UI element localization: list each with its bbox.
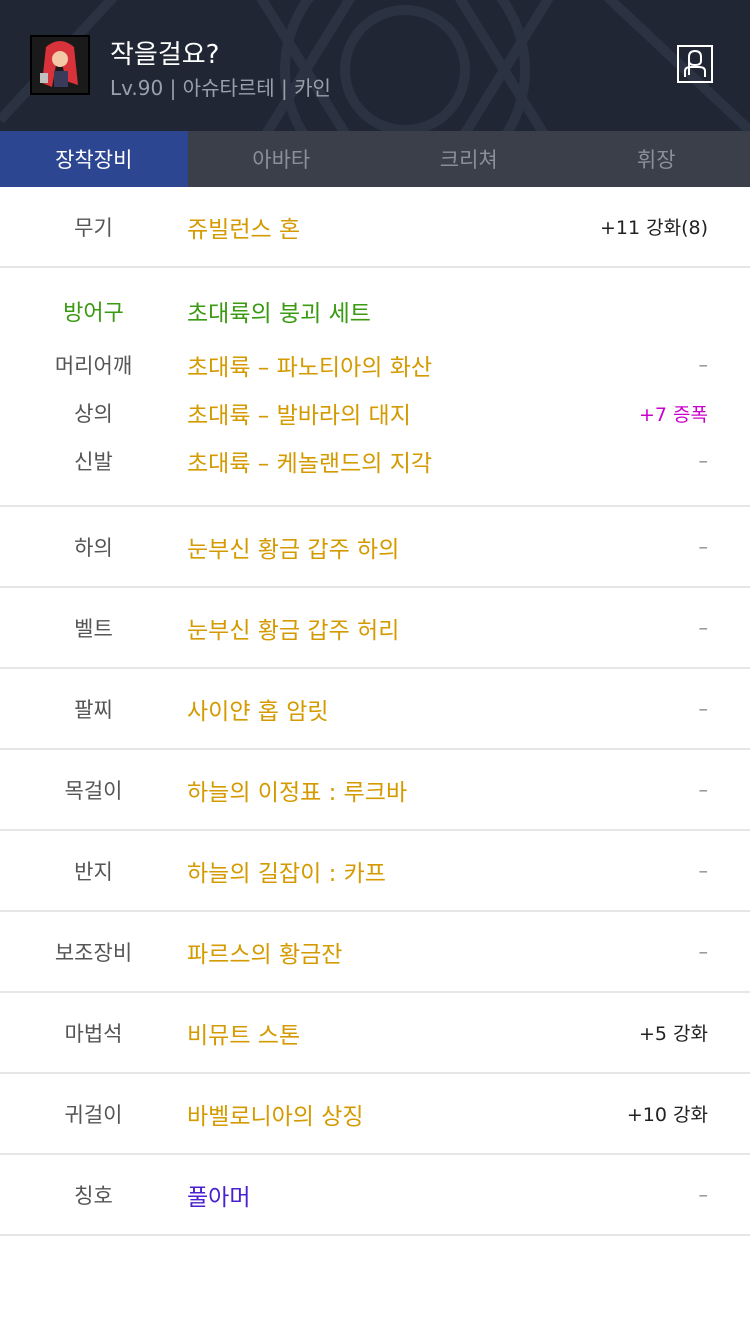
item-enhancement: – [698,697,709,720]
tab-avatar[interactable]: 아바타 [188,131,376,187]
item-name: 풀아머 [187,1184,251,1211]
armor-part-row[interactable]: 상의 초대륙 – 발바라의 대지 +7 증폭 [0,398,750,429]
item-enhancement: – [698,778,709,801]
equipment-row-ring[interactable]: 반지 하늘의 길잡이 : 카프 – [0,831,750,912]
item-enhancement: +10 강화 [626,1104,708,1126]
armor-set-block: 방어구 초대륙의 붕괴 세트 머리어깨 초대륙 – 파노티아의 화산 – 상의 … [0,268,750,507]
tab-emblem[interactable]: 휘장 [563,131,750,187]
equipment-row-bracelet[interactable]: 팔찌 사이얀 홉 암릿 – [0,669,750,750]
item-enhancement: – [698,354,709,376]
user-icon [684,49,706,77]
item-name: 눈부신 황금 갑주 하의 [187,536,400,563]
item-enhancement: +5 강화 [638,1023,708,1045]
item-name: 사이얀 홉 암릿 [187,698,329,725]
armor-label: 방어구 [63,301,124,326]
slot-label: 상의 [74,402,113,426]
slot-label: 하의 [74,535,113,560]
character-info: Lv.90 | 아슈타르테 | 카인 [110,76,331,100]
tab-creature[interactable]: 크리쳐 [375,131,563,187]
armor-part-row[interactable]: 신발 초대륙 – 케놀랜드의 지각 – [0,446,750,477]
item-enhancement: – [698,450,709,472]
item-name: 초대륙 – 케놀랜드의 지각 [187,451,433,477]
equipment-tabs: 장착장비 아바타 크리쳐 휘장 [0,131,750,187]
slot-label: 귀걸이 [64,1102,123,1127]
item-name: 하늘의 이정표 : 루크바 [187,779,408,806]
item-amplify: +7 증폭 [638,403,708,426]
armor-set-header: 방어구 초대륙의 붕괴 세트 [0,296,750,327]
equipment-row-belt[interactable]: 벨트 눈부신 황금 갑주 허리 – [0,588,750,669]
slot-label: 목걸이 [64,778,123,803]
item-enhancement: – [698,940,709,963]
item-name: 파르스의 황금잔 [187,941,343,968]
item-name: 눈부신 황금 갑주 허리 [187,617,400,644]
tab-equipment[interactable]: 장착장비 [0,131,188,187]
equipment-row-earring[interactable]: 귀걸이 바벨로니아의 상징 +10 강화 [0,1074,750,1155]
slot-label: 무기 [74,215,113,240]
character-name: 작을걸요? [110,40,220,70]
slot-label: 신발 [74,450,113,474]
equipment-row-title[interactable]: 칭호 풀아머 – [0,1155,750,1236]
character-portrait [32,37,88,93]
armor-part-row[interactable]: 머리어깨 초대륙 – 파노티아의 화산 – [0,350,750,381]
slot-label: 마법석 [64,1021,123,1046]
weapon-row[interactable]: 무기 쥬빌런스 혼 +11 강화(8) [0,187,750,268]
character-header: 작을걸요? Lv.90 | 아슈타르테 | 카인 [0,0,750,131]
item-enhancement: – [698,616,709,639]
item-name: 초대륙 – 파노티아의 화산 [187,355,433,381]
item-enhancement: +11 강화(8) [599,217,708,239]
slot-label: 보조장비 [54,940,133,965]
equipment-row-pants[interactable]: 하의 눈부신 황금 갑주 하의 – [0,507,750,588]
slot-label: 반지 [74,859,113,884]
item-enhancement: – [698,1183,709,1206]
set-name: 초대륙의 붕괴 세트 [187,301,371,327]
equipment-row-support[interactable]: 보조장비 파르스의 황금잔 – [0,912,750,993]
profile-button[interactable] [677,45,713,83]
item-enhancement: – [698,535,709,558]
slot-label: 머리어깨 [54,354,133,378]
equipment-row-magic-stone[interactable]: 마법석 비뮤트 스톤 +5 강화 [0,993,750,1074]
character-avatar [30,35,90,95]
slot-label: 팔찌 [74,697,113,722]
item-enhancement: – [698,859,709,882]
slot-label: 벨트 [74,616,113,641]
item-name: 하늘의 길잡이 : 카프 [187,860,386,887]
slot-label: 칭호 [74,1183,113,1208]
equipment-row-necklace[interactable]: 목걸이 하늘의 이정표 : 루크바 – [0,750,750,831]
